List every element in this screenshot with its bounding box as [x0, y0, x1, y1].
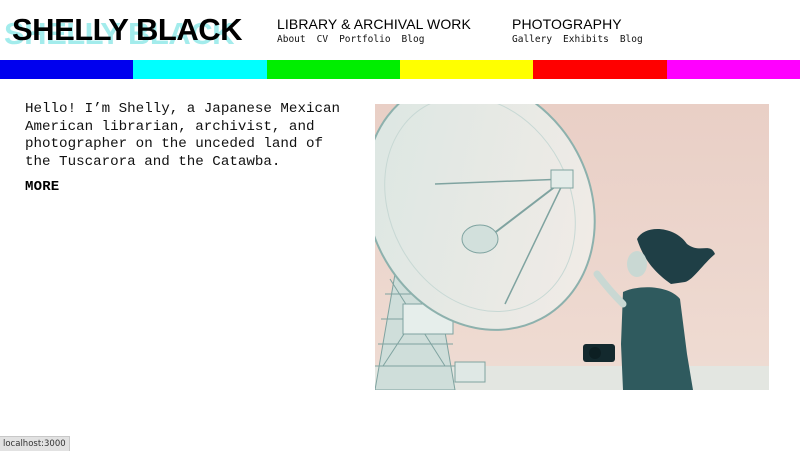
- nav-link-portfolio[interactable]: Portfolio: [339, 34, 390, 46]
- nav-links-photography: Gallery Exhibits Blog: [512, 34, 643, 46]
- stripe-green: [266, 60, 400, 79]
- stripe-red: [533, 60, 667, 79]
- status-bar-url: localhost:3000: [0, 436, 70, 451]
- nav-link-exhibits[interactable]: Exhibits: [563, 34, 609, 46]
- site-logo[interactable]: SHELLY BLACK SHELLY BLACK: [4, 8, 244, 58]
- nav-link-library-blog[interactable]: Blog: [402, 34, 425, 46]
- stripe-yellow: [399, 60, 534, 79]
- nav-link-about[interactable]: About: [277, 34, 306, 46]
- intro-text: Hello! I’m Shelly, a Japanese Mexican Am…: [25, 101, 341, 170]
- site-logo-text[interactable]: SHELLY BLACK: [12, 14, 242, 45]
- nav-link-photo-blog[interactable]: Blog: [620, 34, 643, 46]
- nav-link-cv[interactable]: CV: [317, 34, 328, 46]
- hero-photo: [375, 104, 769, 390]
- stripe-magenta: [666, 60, 800, 79]
- stripe-cyan: [133, 60, 267, 79]
- stripe-blue: [0, 60, 134, 79]
- nav-heading-photography[interactable]: PHOTOGRAPHY: [512, 16, 643, 32]
- nav-link-gallery[interactable]: Gallery: [512, 34, 552, 46]
- nav-links-library: About CV Portfolio Blog: [277, 34, 471, 46]
- more-link[interactable]: MORE: [25, 179, 59, 195]
- nav-heading-library[interactable]: LIBRARY & ARCHIVAL WORK: [277, 16, 471, 32]
- nav-group-library: LIBRARY & ARCHIVAL WORK About CV Portfol…: [277, 16, 471, 46]
- rainbow-divider: [0, 60, 800, 79]
- hero-photo-illustration: [375, 104, 769, 390]
- nav-group-photography: PHOTOGRAPHY Gallery Exhibits Blog: [512, 16, 643, 46]
